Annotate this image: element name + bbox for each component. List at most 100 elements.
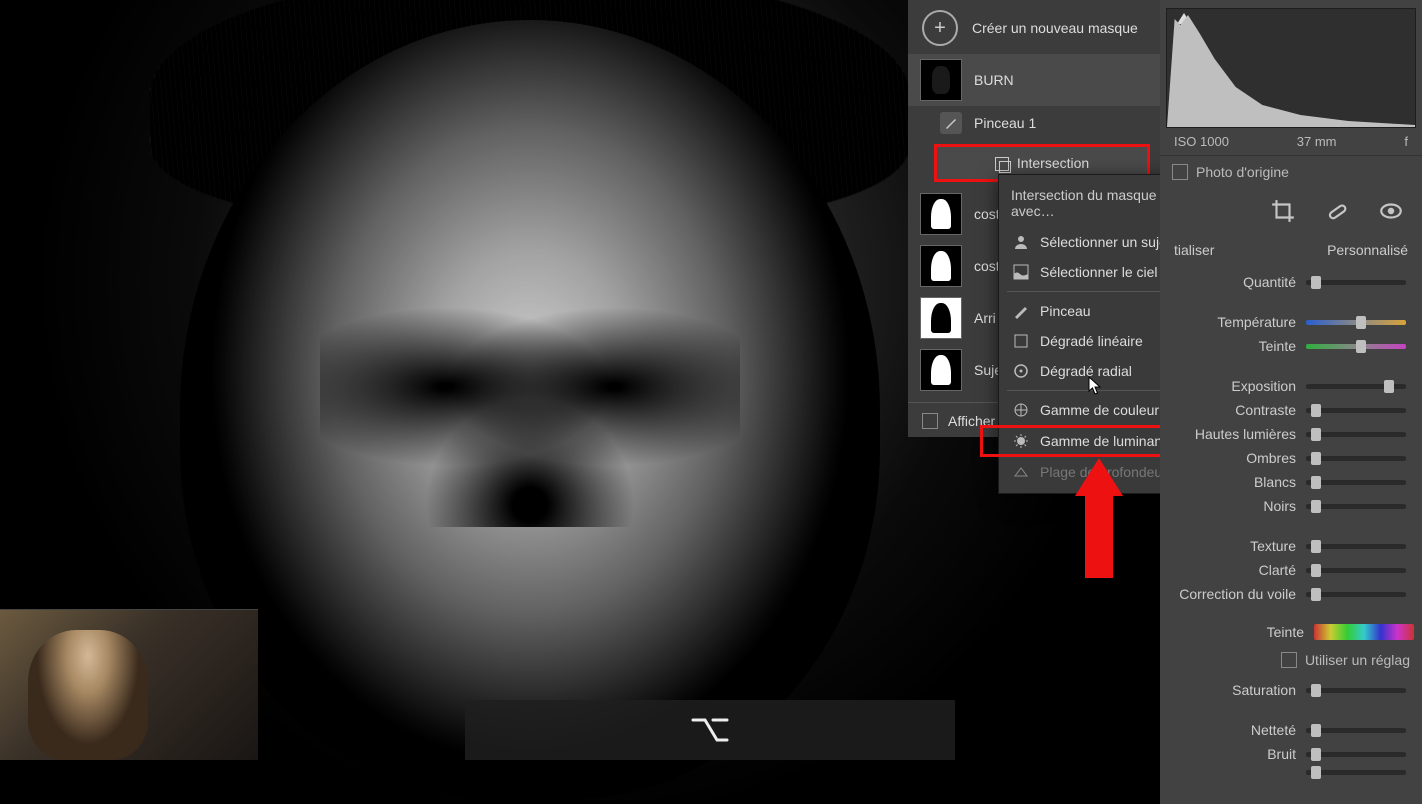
slider-track[interactable] [1306, 480, 1406, 485]
iso-value: ISO 1000 [1174, 134, 1229, 149]
heal-icon[interactable] [1324, 198, 1350, 224]
slider-track[interactable] [1306, 688, 1406, 693]
slider-label: Noirs [1160, 498, 1296, 514]
slider-track[interactable] [1306, 504, 1406, 509]
slider-label: Clarté [1160, 562, 1296, 578]
slider-knob[interactable] [1311, 276, 1321, 289]
slider-Teinte[interactable]: Teinte [1160, 334, 1414, 358]
create-mask-label: Créer un nouveau masque [972, 20, 1138, 36]
brush-label: Pinceau 1 [974, 115, 1036, 131]
slider-knob[interactable] [1311, 684, 1321, 697]
hue-slider[interactable] [1314, 624, 1414, 640]
slider-Correction du voile[interactable]: Correction du voile [1160, 582, 1414, 606]
mask-thumbnail [920, 59, 962, 101]
slider-Bruit[interactable]: Bruit [1160, 742, 1414, 766]
slider-knob[interactable] [1311, 452, 1321, 465]
slider-track[interactable] [1306, 432, 1406, 437]
slider-knob[interactable] [1311, 404, 1321, 417]
sky-icon [1013, 264, 1029, 280]
menu-item-label: Gamme de couleur [1040, 402, 1159, 418]
slider-track[interactable] [1306, 770, 1406, 775]
slider-track[interactable] [1306, 752, 1406, 757]
slider-track[interactable] [1306, 728, 1406, 733]
slider-knob[interactable] [1311, 766, 1321, 779]
slider-track[interactable] [1306, 280, 1406, 285]
slider-Netteté[interactable]: Netteté [1160, 718, 1414, 742]
eye-icon[interactable] [1378, 198, 1404, 224]
slider-Ombres[interactable]: Ombres [1160, 446, 1414, 470]
mask-label: Arri [974, 310, 996, 326]
slider-knob[interactable] [1311, 724, 1321, 737]
hue-label: Teinte [1160, 624, 1304, 640]
brush-icon [940, 112, 962, 134]
intersect-icon [995, 157, 1009, 171]
photo-content [180, 20, 880, 800]
slider-label: Correction du voile [1160, 586, 1296, 602]
person-icon [1013, 234, 1029, 250]
mask-label: cost [974, 206, 1000, 222]
color-icon [1013, 402, 1029, 418]
slider-knob[interactable] [1384, 380, 1394, 393]
slider-track[interactable] [1306, 408, 1406, 413]
mask-item-burn[interactable]: BURN [908, 54, 1160, 106]
slider-Température[interactable]: Température [1160, 310, 1414, 334]
mask-component-brush[interactable]: Pinceau 1 [908, 106, 1160, 140]
slider-label: Hautes lumières [1160, 426, 1296, 442]
photo-metadata: ISO 1000 37 mm f [1160, 128, 1422, 156]
slider-Contraste[interactable]: Contraste [1160, 398, 1414, 422]
preset-dropdown[interactable]: Personnalisé [1327, 242, 1408, 258]
menu-item-label: Gamme de luminance [1040, 433, 1177, 449]
slider-track[interactable] [1306, 544, 1406, 549]
slider-label: Bruit [1160, 746, 1296, 762]
slider-Clarté[interactable]: Clarté [1160, 558, 1414, 582]
slider-Quantité[interactable]: Quantité [1160, 270, 1414, 294]
mask-label: cost [974, 258, 1000, 274]
reset-button[interactable]: tialiser [1174, 242, 1214, 258]
slider-track[interactable] [1306, 592, 1406, 597]
crop-icon[interactable] [1270, 198, 1296, 224]
option-key-icon [690, 714, 730, 746]
slider-knob[interactable] [1311, 500, 1321, 513]
slider-track[interactable] [1306, 568, 1406, 573]
slider-label: Netteté [1160, 722, 1296, 738]
slider-Blancs[interactable]: Blancs [1160, 470, 1414, 494]
slider-knob[interactable] [1311, 748, 1321, 761]
slider-label: Exposition [1160, 378, 1296, 394]
create-mask-button[interactable]: + Créer un nouveau masque [908, 2, 1160, 54]
focal-value: 37 mm [1297, 134, 1337, 149]
slider-track[interactable] [1306, 456, 1406, 461]
slider-track[interactable] [1306, 344, 1406, 349]
slider-Exposition[interactable]: Exposition [1160, 374, 1414, 398]
slider-track[interactable] [1306, 320, 1406, 325]
slider-knob[interactable] [1356, 340, 1366, 353]
luminance-icon [1013, 433, 1029, 449]
mouse-cursor-icon [1088, 376, 1102, 396]
slider-label: Température [1160, 314, 1296, 330]
original-photo-label: Photo d'origine [1196, 164, 1289, 180]
slider-label: Quantité [1160, 274, 1296, 290]
slider-knob[interactable] [1311, 564, 1321, 577]
slider-Hautes lumières[interactable]: Hautes lumières [1160, 422, 1414, 446]
slider-label: Texture [1160, 538, 1296, 554]
tool-strip [1160, 188, 1422, 236]
slider-unnamed[interactable] [1160, 766, 1414, 779]
slider-Noirs[interactable]: Noirs [1160, 494, 1414, 518]
slider-knob[interactable] [1311, 428, 1321, 441]
slider-knob[interactable] [1356, 316, 1366, 329]
slider-knob[interactable] [1311, 588, 1321, 601]
slider-Texture[interactable]: Texture [1160, 534, 1414, 558]
histogram[interactable] [1166, 8, 1416, 128]
checkbox-icon [1281, 652, 1297, 668]
depth-icon [1013, 464, 1029, 480]
slider-knob[interactable] [1311, 540, 1321, 553]
use-settings-label: Utiliser un réglag [1305, 652, 1410, 668]
develop-panel: ISO 1000 37 mm f Photo d'origine tialise… [1160, 0, 1422, 804]
use-settings-checkbox[interactable]: Utiliser un réglag [1160, 644, 1422, 676]
slider-knob[interactable] [1311, 476, 1321, 489]
slider-track[interactable] [1306, 384, 1406, 389]
slider-Saturation[interactable]: Saturation [1160, 678, 1414, 702]
aperture-value: f [1404, 134, 1408, 149]
original-photo-toggle[interactable]: Photo d'origine [1160, 156, 1422, 188]
menu-item-label: Pinceau [1040, 303, 1091, 319]
mask-thumbnail [920, 297, 962, 339]
